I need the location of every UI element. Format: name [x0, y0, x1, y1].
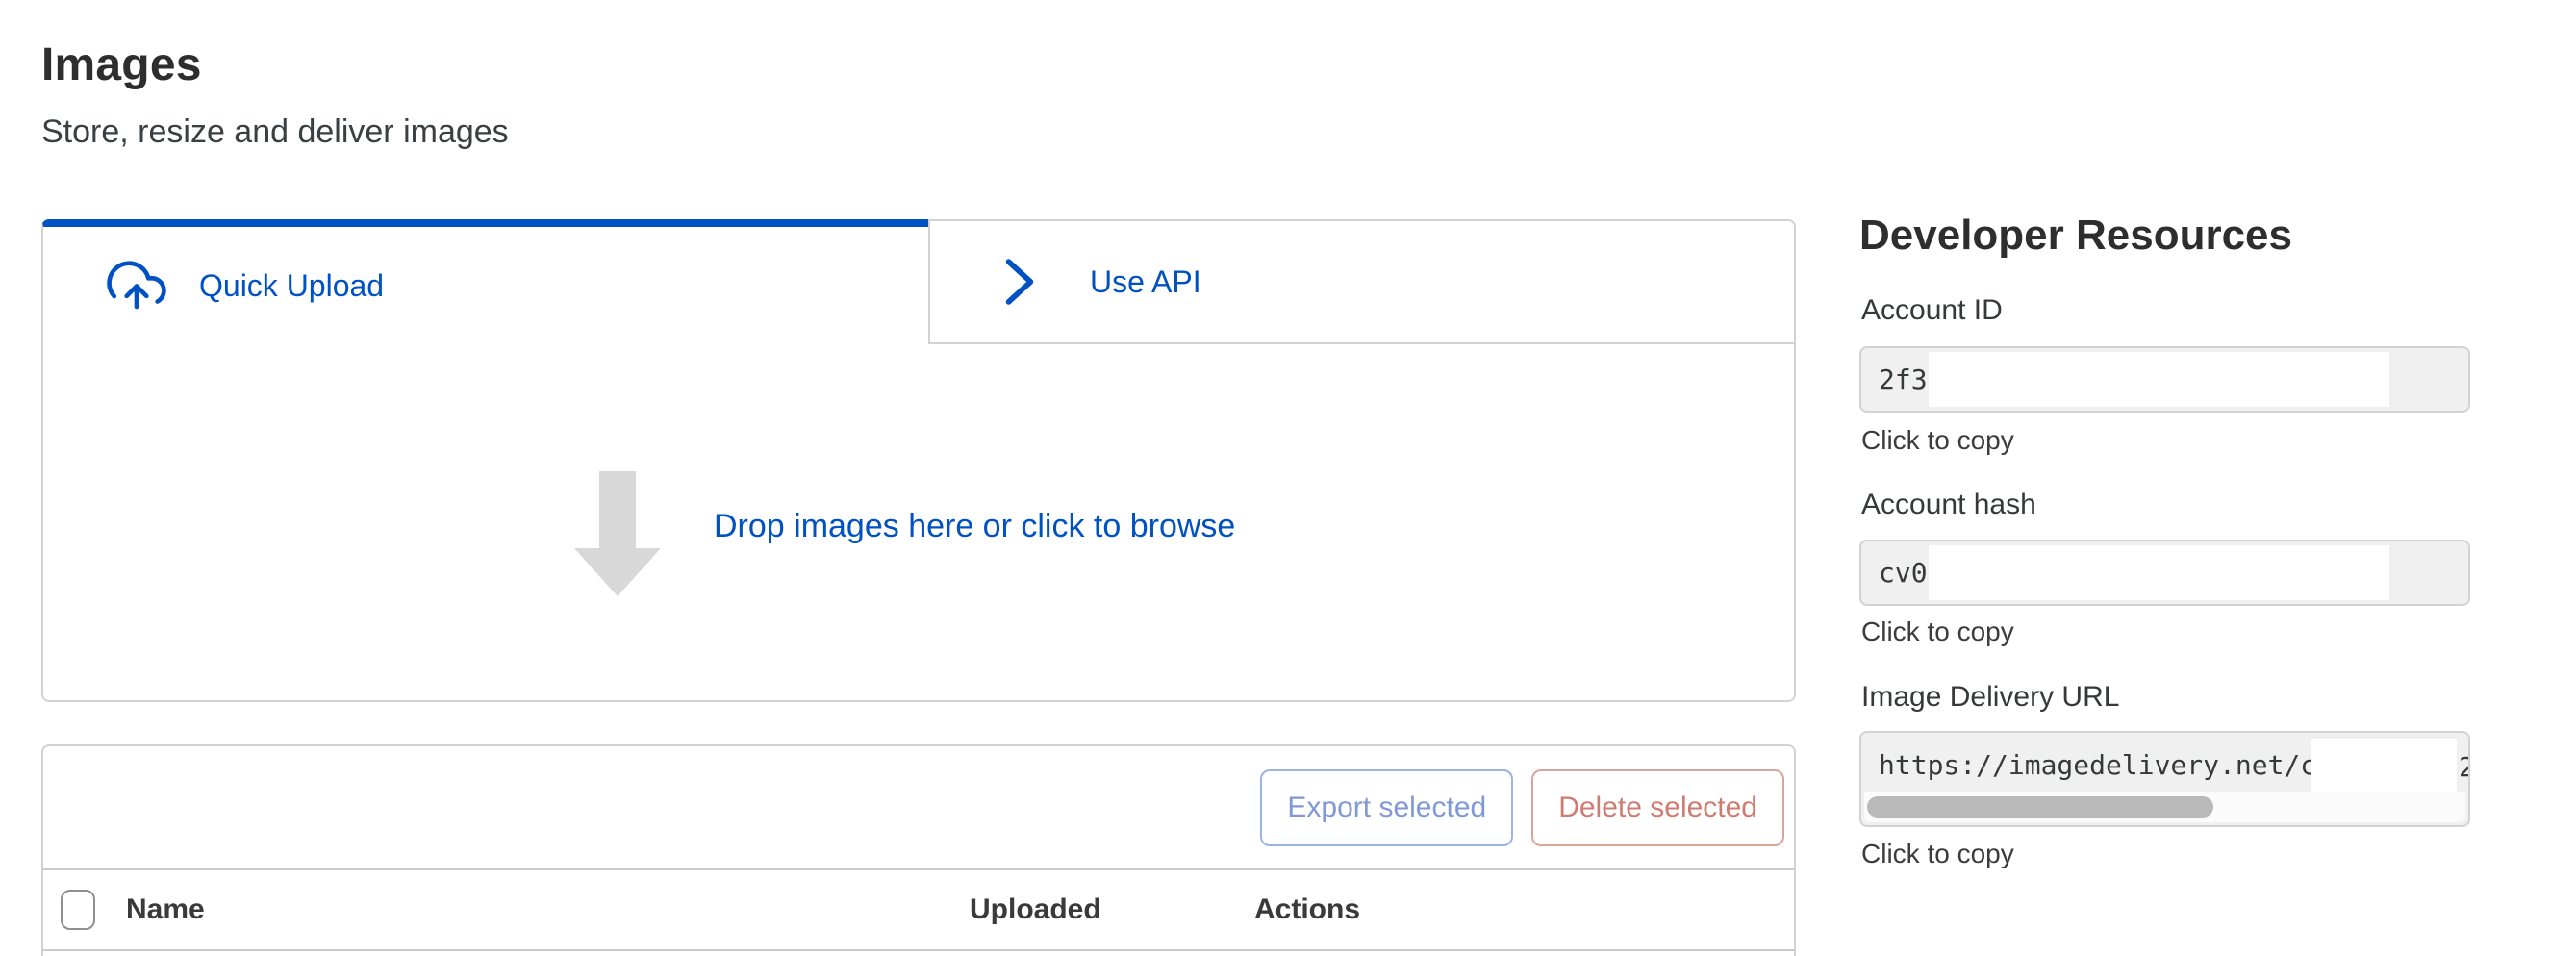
account-id-field[interactable]: 2f3d — [1859, 346, 2470, 413]
image-delivery-url-copy-hint: Click to copy — [1861, 839, 2014, 869]
sidebar-title: Developer Resources — [1859, 212, 2292, 260]
tab-quick-upload[interactable]: Quick Upload — [41, 219, 928, 344]
image-list-panel: Export selected Delete selected Name Upl… — [41, 744, 1796, 956]
redaction-overlay — [1929, 545, 2389, 600]
redaction-overlay — [1929, 352, 2389, 407]
tab-use-api[interactable]: Use API — [928, 219, 1796, 344]
chevron-right-icon — [1001, 252, 1038, 312]
image-dropzone[interactable]: Drop images here or click to browse — [41, 344, 1796, 702]
page-title: Images — [41, 38, 202, 91]
page-subtitle: Store, resize and deliver images — [41, 113, 509, 151]
column-header-actions: Actions — [1254, 893, 1360, 926]
url-trailing-char: 2 — [2459, 751, 2470, 790]
export-selected-button[interactable]: Export selected — [1260, 769, 1513, 846]
bulk-actions-row: Export selected Delete selected — [43, 746, 1794, 870]
column-header-name: Name — [126, 893, 205, 926]
scrollbar-thumb[interactable] — [1867, 796, 2213, 818]
column-header-uploaded: Uploaded — [970, 893, 1101, 926]
account-id-copy-hint: Click to copy — [1861, 425, 2014, 456]
cloud-upload-icon — [105, 256, 168, 315]
tab-use-api-label: Use API — [1090, 264, 1201, 300]
account-hash-field[interactable]: cv0J — [1859, 540, 2470, 606]
image-delivery-url-label: Image Delivery URL — [1861, 681, 2119, 714]
select-all-checkbox[interactable] — [61, 890, 95, 930]
tab-quick-upload-label: Quick Upload — [199, 268, 384, 304]
redaction-overlay — [2311, 739, 2457, 796]
delete-selected-button[interactable]: Delete selected — [1531, 769, 1784, 846]
account-id-label: Account ID — [1861, 294, 2003, 327]
down-arrow-icon — [574, 471, 661, 596]
account-hash-label: Account hash — [1861, 489, 2036, 521]
horizontal-scrollbar — [1864, 792, 2465, 822]
dropzone-text: Drop images here or click to browse — [714, 508, 1235, 545]
image-delivery-url-field[interactable]: https://imagedelivery.net/cv0JSj 2 — [1859, 731, 2470, 827]
upload-tabs: Quick Upload Use API — [41, 219, 1796, 344]
account-hash-copy-hint: Click to copy — [1861, 616, 2014, 647]
table-header-row: Name Uploaded Actions — [43, 870, 1794, 951]
